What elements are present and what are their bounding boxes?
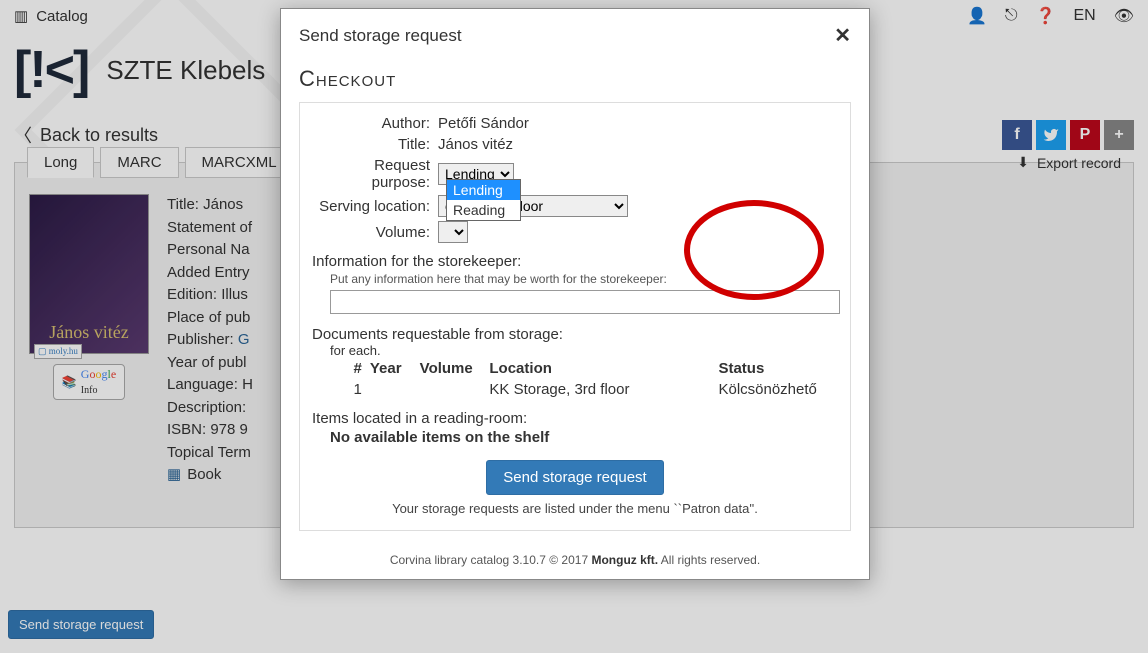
purpose-option-reading[interactable]: Reading	[447, 200, 520, 220]
cell-num: 1	[330, 381, 370, 398]
storekeeper-info-hint: Put any information here that may be wor…	[330, 272, 838, 286]
request-purpose-dropdown: Lending Reading	[446, 179, 521, 221]
author-value: Petőfi Sándor	[438, 115, 529, 132]
col-volume: Volume	[420, 360, 490, 377]
col-status: Status	[718, 360, 838, 377]
checkout-heading: Checkout	[299, 66, 851, 92]
foreach-label: for each.	[330, 343, 838, 358]
patron-hint: Your storage requests are listed under t…	[312, 501, 838, 516]
docs-table: # Year Volume Location Status 1 KK Stora…	[330, 360, 838, 398]
title-value: János vitéz	[438, 136, 513, 153]
col-num: #	[330, 360, 370, 377]
author-label: Author:	[312, 115, 438, 132]
modal-title: Send storage request	[299, 26, 462, 46]
col-year: Year	[370, 360, 420, 377]
cell-year	[370, 381, 420, 398]
cell-location: KK Storage, 3rd floor	[489, 381, 718, 398]
storekeeper-info-label: Information for the storekeeper:	[312, 253, 838, 270]
purpose-option-lending[interactable]: Lending	[447, 180, 520, 200]
serving-label: Serving location:	[312, 198, 438, 215]
cell-status: Kölcsönözhető	[718, 381, 838, 398]
modal-send-request-button[interactable]: Send storage request	[486, 460, 663, 495]
storekeeper-info-input[interactable]	[330, 290, 840, 314]
close-icon[interactable]: ✕	[834, 23, 851, 48]
docs-label: Documents requestable from storage:	[312, 326, 838, 343]
purpose-label: Request purpose:	[312, 157, 438, 191]
title-label: Title:	[312, 136, 438, 153]
volume-label: Volume:	[312, 224, 438, 241]
reading-room-label: Items located in a reading-room:	[312, 410, 838, 427]
col-location: Location	[489, 360, 718, 377]
checkout-box: Author: Petőfi Sándor Title: János vitéz…	[299, 102, 851, 531]
storage-request-modal: Send storage request ✕ Checkout Author: …	[280, 8, 870, 580]
table-row: 1 KK Storage, 3rd floor Kölcsönözhető	[330, 381, 838, 398]
modal-footer: Corvina library catalog 3.10.7 © 2017 Mo…	[281, 545, 869, 579]
cell-volume	[420, 381, 490, 398]
no-items-msg: No available items on the shelf	[330, 429, 838, 446]
volume-select[interactable]	[438, 221, 468, 243]
